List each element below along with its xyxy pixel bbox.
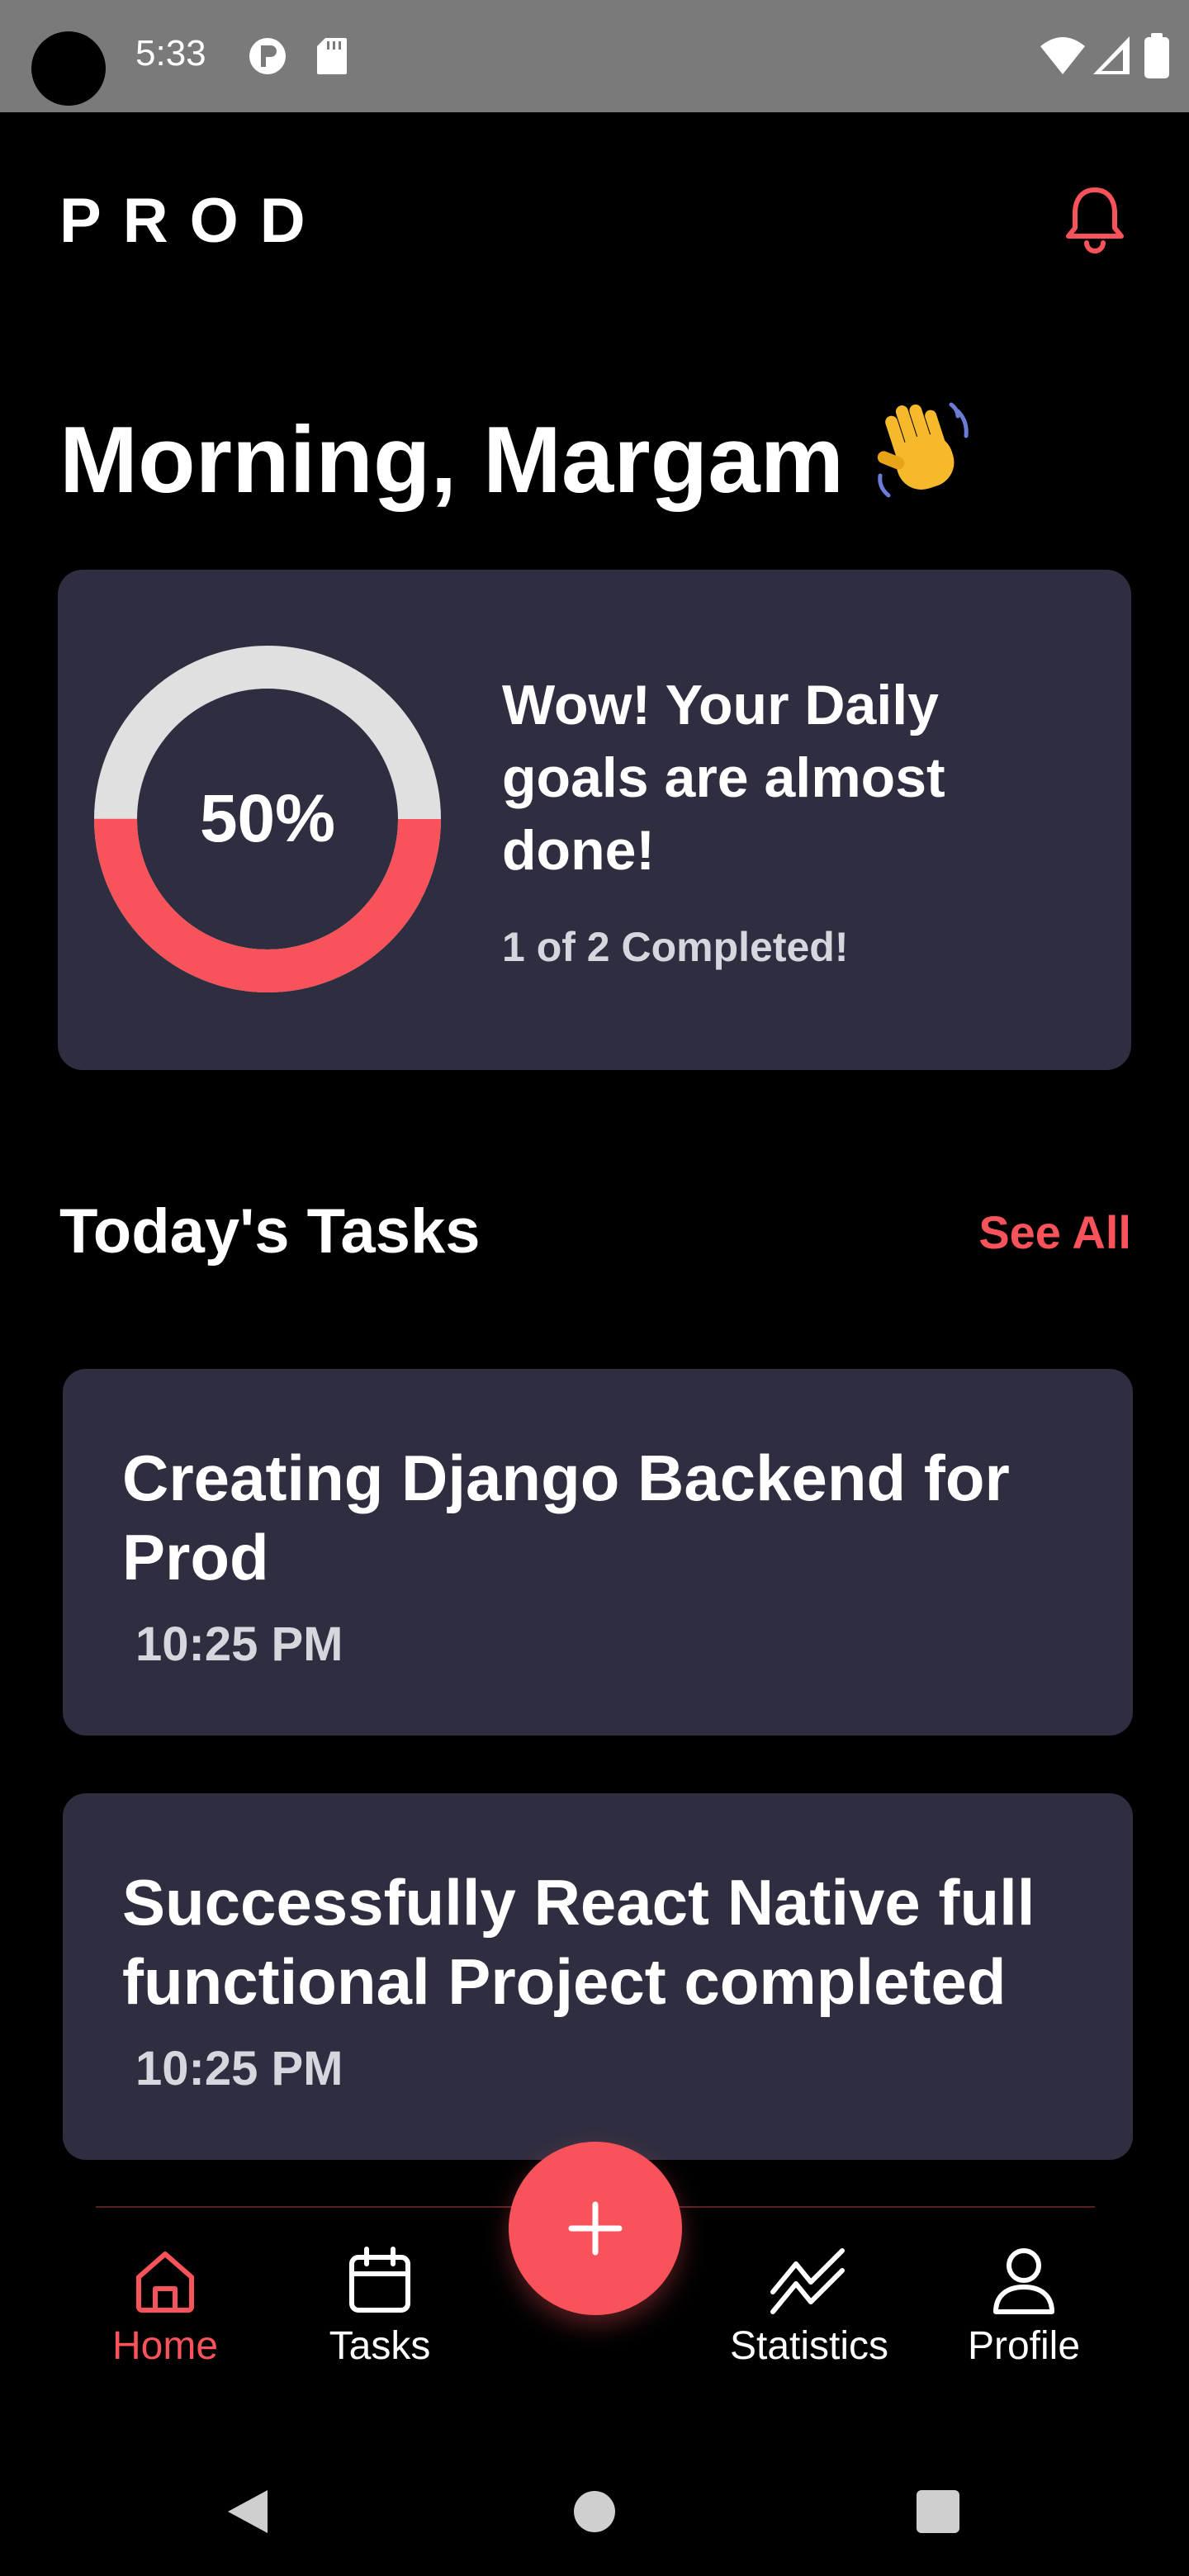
see-all-link[interactable]: See All: [978, 1205, 1131, 1259]
goal-subtitle: 1 of 2 Completed!: [502, 924, 849, 970]
nav-item-profile[interactable]: Profile: [925, 2246, 1123, 2378]
nav-label-home: Home: [111, 2324, 219, 2368]
section-title: Today's Tasks: [59, 1196, 481, 1267]
goal-title: Wow! Your Daily goals are almost done!: [502, 674, 945, 882]
daily-goal-card: 50% Wow! Your Daily goals are almost don…: [58, 570, 1131, 1070]
signal-icon: [1092, 35, 1131, 80]
status-bar: 5:33: [0, 0, 1189, 112]
progress-percent: 50%: [199, 781, 336, 856]
nav-label-profile: Profile: [967, 2324, 1081, 2368]
home-circle-icon[interactable]: [573, 2490, 616, 2533]
nav-item-tasks[interactable]: Tasks: [281, 2246, 479, 2378]
app-logo: PROD: [59, 186, 327, 256]
add-task-button[interactable]: [509, 2142, 682, 2315]
greeting-heading: Morning, Margam: [59, 396, 976, 514]
status-time: 5:33: [135, 33, 206, 73]
recents-icon[interactable]: [917, 2490, 959, 2533]
greeting-text: Morning, Margam: [59, 408, 845, 513]
plus-icon: [568, 2201, 623, 2256]
nav-label-statistics: Statistics: [729, 2324, 889, 2368]
task-title: Creating Django Backend for Prod: [122, 1442, 1010, 1593]
back-icon[interactable]: [223, 2487, 272, 2536]
chart-line-icon: [770, 2248, 845, 2314]
calendar-icon: [349, 2247, 410, 2313]
bell-icon[interactable]: [1062, 183, 1128, 256]
sd-card-icon: [315, 36, 348, 80]
task-time: 10:25 PM: [135, 1617, 343, 1671]
task-card[interactable]: Successfully React Native full functiona…: [63, 1793, 1133, 2160]
task-title: Successfully React Native full functiona…: [122, 1866, 1035, 2018]
notification-p-icon: [248, 36, 287, 80]
camera-cutout: [31, 31, 106, 106]
waving-hand-emoji: [869, 396, 976, 514]
home-icon: [136, 2252, 194, 2313]
wifi-icon: [1039, 35, 1087, 80]
task-time: 10:25 PM: [135, 2042, 343, 2095]
system-navigation-bar: [0, 2444, 1189, 2576]
user-icon: [993, 2248, 1054, 2314]
nav-item-statistics[interactable]: Statistics: [710, 2246, 908, 2378]
battery-icon: [1143, 33, 1171, 83]
task-card[interactable]: Creating Django Backend for Prod 10:25 P…: [63, 1369, 1133, 1735]
nav-item-home[interactable]: Home: [66, 2246, 264, 2378]
nav-label-tasks: Tasks: [329, 2324, 431, 2368]
